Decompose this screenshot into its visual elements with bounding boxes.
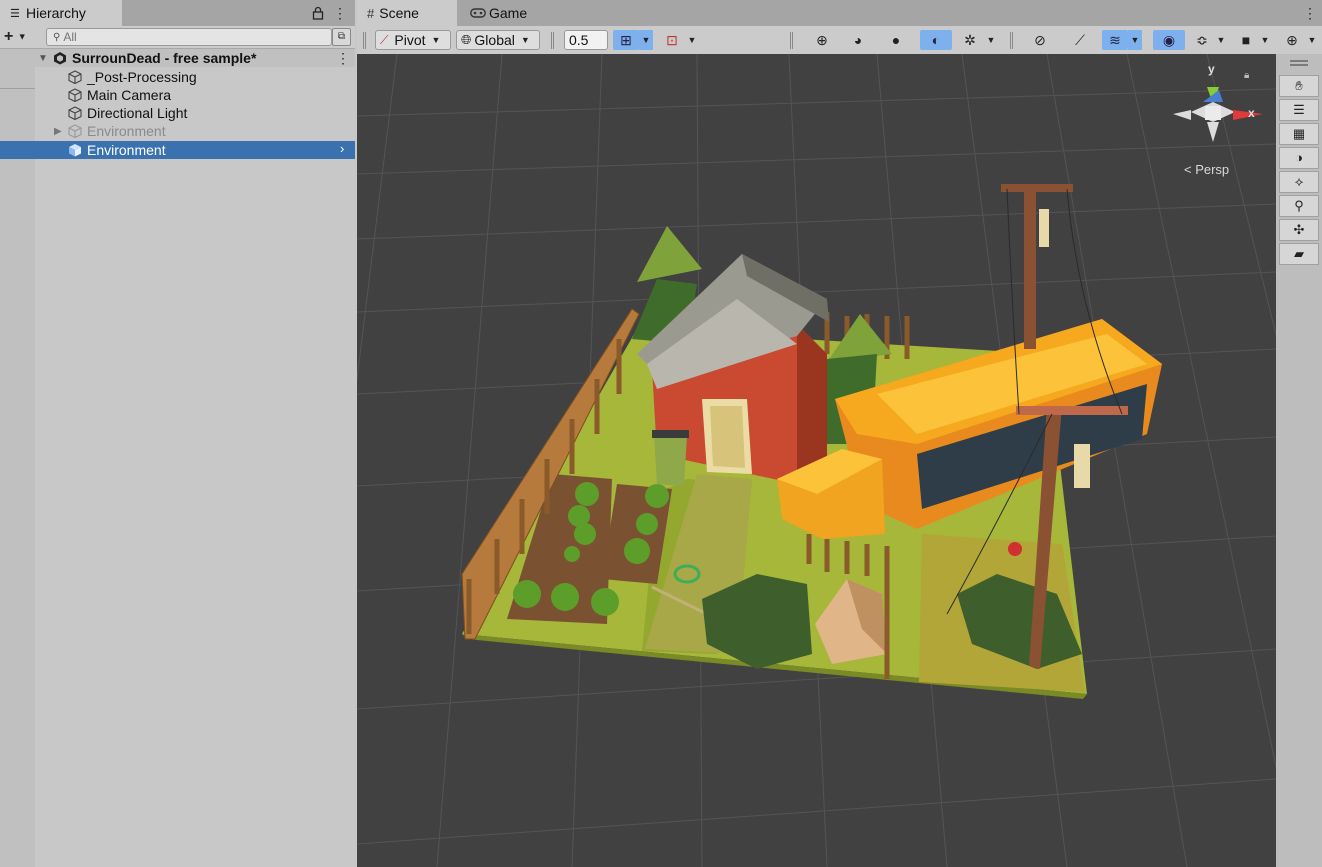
global-label: Global (474, 32, 515, 48)
global-dropdown[interactable]: 🌐︎ Global ▼ (456, 30, 540, 50)
scale-tool-icon[interactable]: ◑ (1279, 147, 1319, 169)
hierarchy-toolbar: + ▼ ⚲ ⧉ (0, 26, 355, 49)
grid-snap-dropdown-caret-icon[interactable]: ▼ (639, 30, 653, 50)
toolbar-separator (551, 32, 554, 49)
wireframe-shading-icon[interactable]: ⊕ (809, 30, 835, 50)
collapse-arrow-icon[interactable]: ▶ (54, 126, 62, 137)
dropdown-caret-icon: ▼ (520, 35, 530, 45)
overlay-grip-icon[interactable] (1290, 60, 1308, 62)
snap-value: 0.5 (569, 32, 589, 48)
search-options-icon[interactable]: ⧉ (332, 28, 351, 46)
hierarchy-item-label: _Post-Processing (87, 69, 197, 85)
search-icon: ⚲ (53, 31, 61, 43)
hierarchy-item-directional-light[interactable]: Directional Light (0, 104, 355, 122)
2d-toggle-icon[interactable]: ⊘ (1027, 30, 1053, 50)
hierarchy-item-label: Main Camera (87, 87, 172, 103)
tab-scene[interactable]: # Scene (357, 0, 457, 26)
scene-name: SurrounDead - free sample* (72, 50, 257, 66)
toolbar-grip (363, 32, 366, 49)
hierarchy-tab[interactable]: ☰ Hierarchy (0, 0, 122, 26)
hierarchy-tab-label: Hierarchy (26, 5, 86, 21)
scene-kebab-menu-icon[interactable]: ⋮ (1300, 0, 1320, 26)
dropdown-caret-icon: ▼ (431, 35, 441, 45)
scene-toolbar: ⟋ Pivot ▼ 🌐︎ Global ▼ 0.5 ⊞ ▼ ⊡ ▼ ⊕ ◕ ● … (357, 26, 1322, 55)
grid-snap-toggle-icon[interactable]: ⊞ (613, 30, 639, 50)
draw-mode-dropdown-caret-icon[interactable]: ▼ (984, 30, 998, 50)
debug-draw-mode-icon[interactable]: ✲ (957, 30, 983, 50)
gameobject-cube-icon (68, 124, 82, 138)
gizmo-lock-icon[interactable]: 🔒︎ (1244, 70, 1249, 81)
rotate-tool-icon[interactable]: ▦ (1279, 123, 1319, 145)
scene-render (357, 54, 1276, 867)
transform-tool-icon[interactable]: ✣ (1279, 219, 1319, 241)
gizmos-dropdown-caret-icon[interactable]: ▼ (1305, 30, 1319, 50)
camera-view-icon[interactable]: ▰ (1279, 243, 1319, 265)
layers-dropdown-caret-icon[interactable]: ▼ (1214, 30, 1228, 50)
scene-viewport[interactable]: y x 🔒︎ (357, 54, 1276, 867)
camera-dropdown-caret-icon[interactable]: ▼ (1258, 30, 1272, 50)
camera-icon[interactable]: ■ (1233, 30, 1259, 50)
hierarchy-search[interactable]: ⚲ (46, 28, 332, 46)
hierarchy-item-label: Environment (87, 142, 166, 158)
increment-snap-dropdown-caret-icon[interactable]: ▼ (685, 30, 699, 50)
zoom-icon[interactable]: ⚲ (1279, 195, 1319, 217)
tab-game[interactable]: Game (462, 0, 542, 26)
hierarchy-item-label: Environment (87, 123, 166, 139)
scene-kebab-icon[interactable]: ⋮ (336, 50, 350, 67)
hierarchy-item-label: Directional Light (87, 105, 188, 121)
scene-row[interactable]: ▼ SurrounDead - free sample* ⋮ (0, 49, 355, 67)
hierarchy-item-environment-disabled[interactable]: ▶ Environment (0, 122, 355, 140)
scene-tools-overlay: ✋︎ ☰ ▦ ◑ ⟡ ⚲ ✣ ▰ (1276, 54, 1322, 867)
grid-icon: # (367, 5, 375, 21)
gamepad-icon (470, 6, 486, 21)
prefab-cube-icon (69, 144, 81, 157)
hierarchy-item-main-camera[interactable]: Main Camera (0, 86, 355, 104)
projection-toggle[interactable]: < Persp (1184, 162, 1229, 177)
gizmo-y-label: y (1208, 62, 1215, 76)
toolbar-separator (790, 32, 793, 49)
shaded-wireframe-icon[interactable]: ◕ (845, 30, 871, 50)
lock-icon[interactable] (308, 0, 328, 26)
kebab-menu-icon[interactable]: ⋮ (330, 0, 350, 26)
create-dropdown-button[interactable]: + ▼ (4, 26, 36, 48)
tab-scene-label: Scene (379, 5, 419, 21)
globe-icon: 🌐︎ (461, 32, 472, 47)
hand-tool-icon[interactable]: ✋︎ (1279, 75, 1319, 97)
tab-game-label: Game (489, 5, 528, 21)
gizmos-icon[interactable]: ⊕ (1279, 30, 1305, 50)
pivot-icon: ⟋ (380, 32, 389, 47)
hierarchy-panel: ☰ Hierarchy ⋮ + ▼ ⚲ ⧉ ▼ SurrounDead - fr… (0, 0, 355, 867)
move-tool-icon[interactable]: ☰ (1279, 99, 1319, 121)
layers-icon[interactable]: ≎ (1189, 30, 1215, 50)
chevron-right-icon[interactable]: › (340, 141, 344, 156)
gizmo-x-label: x (1248, 106, 1255, 120)
gameobject-cube-icon (68, 88, 82, 102)
effects-dropdown-caret-icon[interactable]: ▼ (1128, 30, 1142, 50)
pivot-dropdown[interactable]: ⟋ Pivot ▼ (375, 30, 451, 50)
unity-scene-icon (54, 52, 66, 65)
scene-visibility-eye-icon[interactable]: ◉ (1153, 30, 1185, 50)
gameobject-cube-icon (68, 106, 82, 120)
dropdown-caret-icon: ▼ (17, 31, 27, 42)
list-icon: ☰ (10, 7, 20, 20)
rect-tool-icon[interactable]: ⟡ (1279, 171, 1319, 193)
hierarchy-gutter (0, 49, 35, 867)
hierarchy-search-input[interactable] (63, 30, 304, 44)
overlay-grip-icon[interactable] (1290, 64, 1308, 66)
lit-shading-icon[interactable]: ◐ (920, 30, 952, 50)
grid-snap-value-field[interactable]: 0.5 (564, 30, 608, 50)
audio-mute-icon[interactable]: ⟋ (1067, 30, 1093, 50)
gameobject-cube-icon (68, 70, 82, 84)
shaded-mode-icon[interactable]: ● (883, 30, 909, 50)
hierarchy-item-environment-selected[interactable]: Environment › (0, 141, 355, 159)
toolbar-separator (1010, 32, 1013, 49)
hierarchy-tab-bar: ☰ Hierarchy ⋮ (0, 0, 355, 26)
hierarchy-item-post-processing[interactable]: _Post-Processing (0, 68, 355, 86)
increment-snap-icon[interactable]: ⊡ (659, 30, 685, 50)
pivot-label: Pivot (394, 32, 426, 48)
effects-toggle-icon[interactable]: ≋ (1102, 30, 1128, 50)
expand-arrow-icon[interactable]: ▼ (38, 53, 48, 64)
